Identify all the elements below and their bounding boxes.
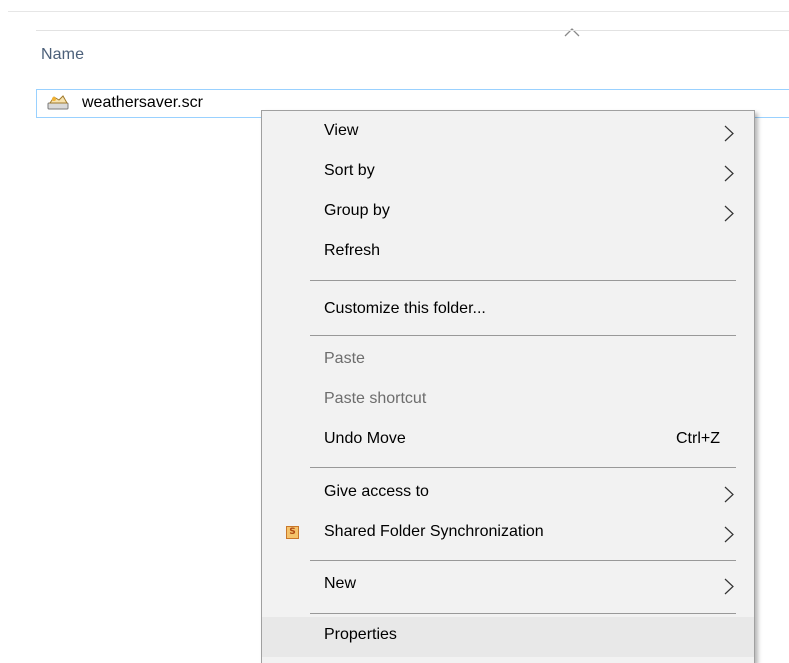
menu-item-give-access[interactable]: Give access to bbox=[262, 474, 754, 514]
menu-item-paste: Paste bbox=[262, 341, 754, 381]
menu-item-label: Shared Folder Synchronization bbox=[324, 523, 544, 540]
file-name: weathersaver.scr bbox=[82, 94, 203, 111]
menu-separator bbox=[310, 613, 736, 614]
chevron-right-icon bbox=[724, 486, 734, 503]
menu-item-undo-move[interactable]: Undo Move Ctrl+Z bbox=[262, 421, 754, 461]
file-explorer-view: Name weathersaver.scr View Sort by Group… bbox=[0, 0, 789, 663]
menu-separator bbox=[310, 280, 736, 281]
menu-item-label: Undo Move bbox=[324, 430, 406, 447]
menu-item-label: Give access to bbox=[324, 483, 429, 500]
menu-separator bbox=[310, 467, 736, 468]
menu-item-label: New bbox=[324, 575, 357, 592]
menu-item-label: View bbox=[324, 122, 359, 139]
menu-item-new[interactable]: New bbox=[262, 566, 754, 606]
menu-item-label: Paste bbox=[324, 350, 365, 367]
menu-item-label: Refresh bbox=[324, 242, 381, 259]
menu-item-shared-folder-sync[interactable]: S Shared Folder Synchronization bbox=[262, 514, 754, 554]
menu-item-paste-shortcut: Paste shortcut bbox=[262, 381, 754, 421]
menu-item-shortcut: Ctrl+Z bbox=[676, 430, 720, 447]
menu-item-customize-folder[interactable]: Customize this folder... bbox=[262, 291, 754, 331]
menu-item-label: Group by bbox=[324, 202, 390, 219]
chevron-right-icon bbox=[724, 578, 734, 595]
menu-separator bbox=[310, 335, 736, 336]
column-header-name[interactable]: Name bbox=[41, 46, 84, 64]
top-divider bbox=[8, 11, 789, 12]
chevron-right-icon bbox=[724, 165, 734, 182]
menu-item-label: Customize this folder... bbox=[324, 300, 486, 317]
menu-item-label: Sort by bbox=[324, 162, 375, 179]
chevron-right-icon bbox=[724, 125, 734, 142]
header-divider bbox=[36, 30, 789, 31]
menu-item-group-by[interactable]: Group by bbox=[262, 193, 754, 233]
menu-item-label: Properties bbox=[324, 626, 397, 643]
chevron-right-icon bbox=[724, 526, 734, 543]
menu-item-sort-by[interactable]: Sort by bbox=[262, 153, 754, 193]
sync-app-icon: S bbox=[286, 526, 299, 539]
menu-item-refresh[interactable]: Refresh bbox=[262, 233, 754, 273]
screensaver-file-icon bbox=[47, 95, 69, 110]
chevron-up-icon[interactable] bbox=[563, 27, 581, 37]
menu-item-properties[interactable]: Properties bbox=[262, 617, 754, 657]
chevron-right-icon bbox=[724, 205, 734, 222]
context-menu: View Sort by Group by Refresh Customize … bbox=[261, 110, 755, 663]
menu-item-label: Paste shortcut bbox=[324, 390, 427, 407]
menu-separator bbox=[310, 560, 736, 561]
menu-item-view[interactable]: View bbox=[262, 113, 754, 153]
